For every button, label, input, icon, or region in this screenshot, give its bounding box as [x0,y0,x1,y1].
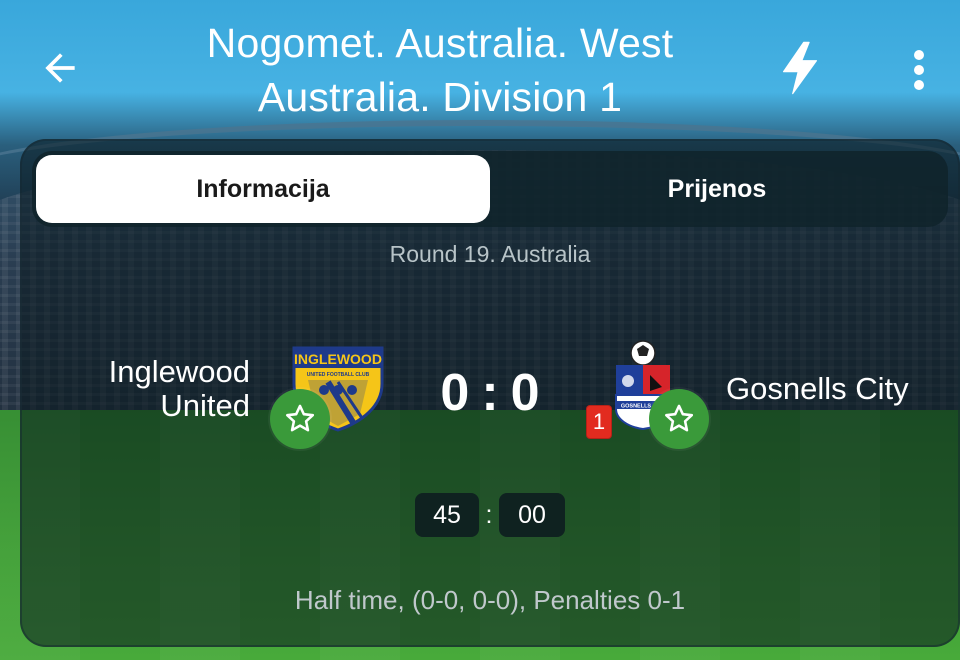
home-logo-text: INGLEWOOD [294,351,382,367]
star-outline-icon [285,404,315,432]
match-clock: 45 : 00 [415,493,565,537]
app-header: Nogomet. Australia. West Australia. Divi… [0,0,960,138]
match-status: Half time, (0-0, 0-0), Penalties 0-1 [294,585,686,615]
home-favorite-button[interactable] [270,389,330,449]
home-score: 0 [440,364,470,422]
home-team-name[interactable]: Inglewood United [60,355,250,423]
clock-seconds: 00 [499,493,565,537]
clock-minutes: 45 [415,493,479,537]
away-favorite-button[interactable] [649,389,709,449]
arrow-left-icon [45,53,75,83]
page-title: Nogomet. Australia. West Australia. Divi… [206,20,674,120]
star-outline-icon [664,404,694,432]
clock-separator: : [485,500,493,529]
match-card: Informacija Prijenos Round 19. Australia… [20,139,960,647]
away-score: 0 [510,364,540,422]
tab-informacija[interactable]: Informacija [36,155,490,223]
lightning-icon [782,41,818,95]
more-options-button[interactable] [895,40,943,100]
tab-prijenos[interactable]: Prijenos [490,155,944,223]
back-button[interactable] [30,38,90,98]
home-logo-subtext: UNITED FOOTBALL CLUB [307,372,370,378]
more-vertical-icon [914,50,924,90]
tab-bar: Informacija Prijenos [32,151,948,227]
round-label: Round 19. Australia [389,241,591,267]
score-separator: : [481,364,499,422]
score-display: 0 : 0 [410,363,570,423]
flash-button[interactable] [770,38,830,98]
away-red-card-badge: 1 [586,405,612,439]
away-team-name[interactable]: Gosnells City [726,372,946,406]
